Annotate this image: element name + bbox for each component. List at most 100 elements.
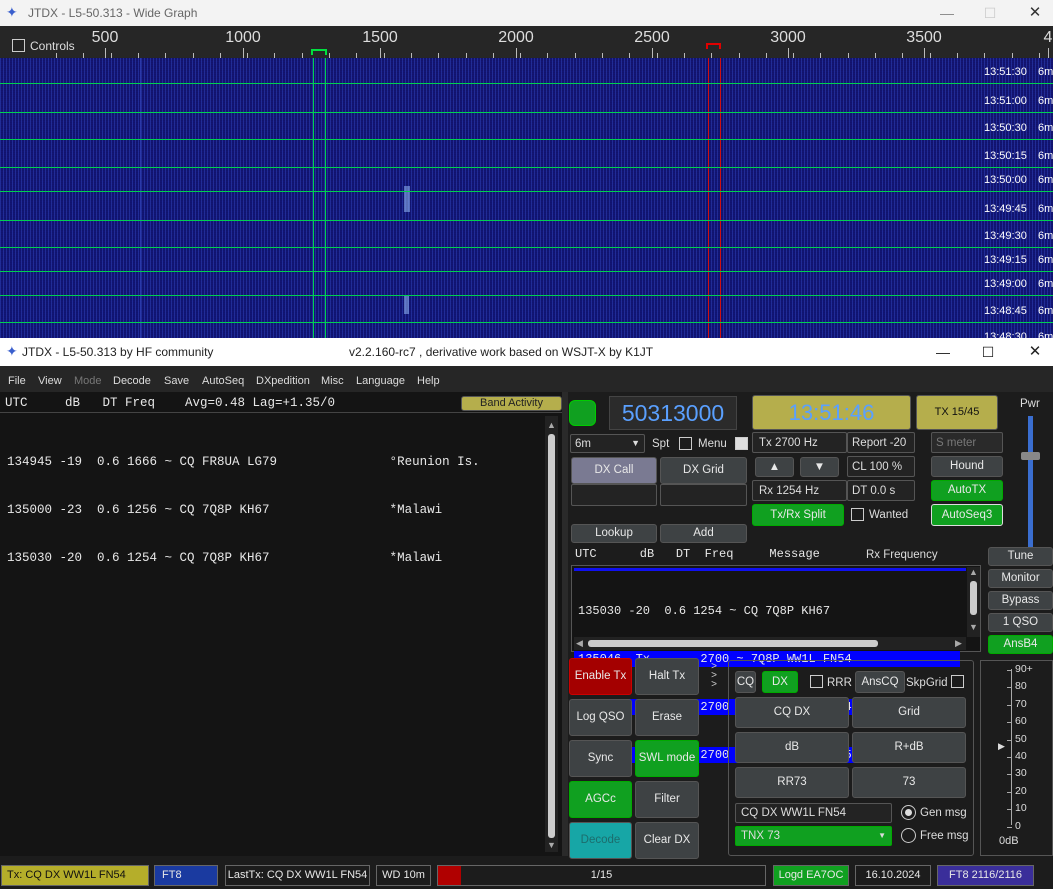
rx-marker[interactable]	[311, 49, 327, 55]
erase-button[interactable]: Erase	[635, 699, 699, 736]
tx-marker[interactable]	[706, 43, 721, 49]
minimize-icon[interactable]: —	[933, 342, 953, 362]
maximize-icon[interactable]: ☐	[978, 342, 998, 362]
add-button[interactable]: Add	[660, 524, 747, 543]
lookup-button[interactable]: Lookup	[571, 524, 657, 543]
collapse-arrows-icon[interactable]: > > >	[704, 662, 724, 692]
tx-rx-split-button[interactable]: Tx/Rx Split	[752, 504, 844, 526]
ansb4-button[interactable]: AnsB4	[988, 635, 1053, 654]
hound-button[interactable]: Hound	[931, 456, 1003, 477]
wanted-checkbox[interactable]	[851, 508, 864, 521]
gen-msg-radio[interactable]	[901, 805, 916, 820]
gen-msg-field[interactable]: CQ DX WW1L FN54	[735, 803, 892, 823]
r-db-button[interactable]: R+dB	[852, 732, 966, 763]
scroll-left-icon[interactable]: ◀	[576, 638, 583, 649]
free-msg-radio[interactable]	[901, 828, 916, 843]
menu-view[interactable]: View	[38, 375, 62, 387]
pwr-slider-handle[interactable]	[1021, 452, 1040, 460]
monitor-button[interactable]: Monitor	[988, 569, 1053, 588]
rrr-checkbox[interactable]	[810, 675, 823, 688]
halt-tx-button[interactable]: Halt Tx	[635, 658, 699, 695]
clear-dx-button[interactable]: Clear DX	[635, 822, 699, 859]
band-activity-list[interactable]: 134945 -19 0.6 1666 ~ CQ FR8UA LG79 °Reu…	[7, 422, 480, 598]
log-qso-button[interactable]: Log QSO	[569, 699, 632, 736]
main-titlebar: ✦ JTDX - L5-50.313 by HF community v2.2.…	[0, 338, 1053, 366]
db-button[interactable]: dB	[735, 732, 849, 763]
anscq-button[interactable]: AnsCQ	[855, 671, 905, 693]
s73-button[interactable]: 73	[852, 767, 966, 798]
dx-call-input[interactable]	[571, 484, 657, 506]
report-field[interactable]: Report -20	[847, 432, 915, 453]
swl-mode-button[interactable]: SWL mode	[635, 740, 699, 777]
waterfall[interactable]: 13:51:30 6m 13:51:00 6m 13:50:30 6m 13:50:15 6m…	[0, 58, 1053, 338]
scroll-up-icon[interactable]: ▲	[969, 567, 978, 577]
dial-frequency[interactable]: 50313000	[609, 396, 737, 430]
band-activity-scrollbar[interactable]: ▲ ▼	[545, 416, 558, 852]
dx-call-button[interactable]: DX Call	[571, 457, 657, 484]
menu-language[interactable]: Language	[356, 375, 405, 387]
menu-dxpedition[interactable]: DXpedition	[256, 375, 310, 387]
maximize-icon[interactable]: ☐	[980, 3, 1000, 23]
tx-period-button[interactable]: TX 15/45	[916, 395, 998, 430]
list-item[interactable]: 135030 -20 0.6 1254 ~ CQ 7Q8P KH67 *Mala…	[7, 550, 480, 566]
dx-button[interactable]: DX	[762, 671, 798, 693]
minimize-icon[interactable]: —	[937, 3, 957, 23]
close-icon[interactable]: ✕	[1025, 3, 1045, 23]
filter-button[interactable]: Filter	[635, 781, 699, 818]
list-item[interactable]: 135000 -23 0.6 1256 ~ CQ 7Q8P KH67 *Mala…	[7, 502, 480, 518]
menu-misc[interactable]: Misc	[321, 375, 344, 387]
autoseq-button[interactable]: AutoSeq3	[931, 504, 1003, 526]
rx-frequency-list[interactable]: 135030 -20 0.6 1254 ~ CQ 7Q8P KH67 13504…	[571, 565, 981, 763]
freq-down-button[interactable]: ▼	[800, 457, 839, 477]
menu-mode[interactable]: Mode	[74, 375, 102, 387]
rx-freq-field[interactable]: Rx 1254 Hz	[752, 480, 847, 501]
band-select[interactable]: 6m ▼	[570, 434, 645, 453]
one-qso-button[interactable]: 1 QSO	[988, 613, 1053, 632]
hscrollbar-thumb[interactable]	[588, 640, 878, 647]
menu-file[interactable]: File	[8, 375, 26, 387]
list-item[interactable]: 135030 -20 0.6 1254 ~ CQ 7Q8P KH67	[578, 603, 960, 619]
dt-field[interactable]: DT 0.0 s	[847, 480, 915, 501]
skpgrid-checkbox[interactable]	[951, 675, 964, 688]
frequency-scale[interactable]: Controls 500 1000 1500 2000 2500 3000 3500 4	[0, 26, 1053, 58]
spt-checkbox[interactable]	[679, 437, 692, 450]
bypass-button[interactable]: Bypass	[988, 591, 1053, 610]
free-msg-select[interactable]: TNX 73 ▼	[735, 826, 892, 846]
sync-button[interactable]: Sync	[569, 740, 632, 777]
menu-save[interactable]: Save	[164, 375, 189, 387]
dx-grid-input[interactable]	[660, 484, 747, 506]
controls-checkbox[interactable]	[12, 39, 25, 52]
cq-dx-button[interactable]: CQ DX	[735, 697, 849, 728]
scroll-right-icon[interactable]: ▶	[955, 638, 962, 649]
rx-list-hscrollbar[interactable]: ◀ ▶	[574, 637, 966, 650]
agcc-button[interactable]: AGCc	[569, 781, 632, 818]
rx-list-scrollbar[interactable]: ▲ ▼	[967, 567, 980, 637]
dx-grid-button[interactable]: DX Grid	[660, 457, 747, 484]
menu-checkbox[interactable]	[735, 437, 748, 450]
cl-field[interactable]: CL 100 %	[847, 456, 915, 477]
rr73-button[interactable]: RR73	[735, 767, 849, 798]
list-item[interactable]: 134945 -19 0.6 1666 ~ CQ FR8UA LG79 °Reu…	[7, 454, 480, 470]
menu-autoseq[interactable]: AutoSeq	[202, 375, 244, 387]
close-icon[interactable]: ✕	[1025, 342, 1045, 362]
scroll-down-icon[interactable]: ▼	[547, 840, 556, 850]
scrollbar-thumb[interactable]	[548, 434, 555, 838]
tx-freq-field[interactable]: Tx 2700 Hz	[752, 432, 847, 453]
s-meter-field[interactable]: S meter	[931, 432, 1003, 453]
scrollbar-thumb[interactable]	[970, 581, 977, 615]
scroll-up-icon[interactable]: ▲	[547, 420, 556, 430]
tune-button[interactable]: Tune	[988, 547, 1053, 566]
menu-decode[interactable]: Decode	[113, 375, 151, 387]
menu-help[interactable]: Help	[417, 375, 440, 387]
band-activity-button[interactable]: Band Activity	[461, 396, 562, 411]
grid-button[interactable]: Grid	[852, 697, 966, 728]
scroll-down-icon[interactable]: ▼	[969, 622, 978, 632]
cq-button[interactable]: CQ	[735, 671, 756, 693]
enable-tx-button[interactable]: Enable Tx	[569, 658, 632, 695]
decode-button[interactable]: Decode	[569, 822, 632, 859]
pwr-slider-track[interactable]	[1028, 416, 1033, 564]
clock-display: 13:51:46	[752, 395, 911, 430]
freq-up-button[interactable]: ▲	[755, 457, 794, 477]
autotx-button[interactable]: AutoTX	[931, 480, 1003, 501]
rrr-label: RRR	[827, 677, 852, 689]
